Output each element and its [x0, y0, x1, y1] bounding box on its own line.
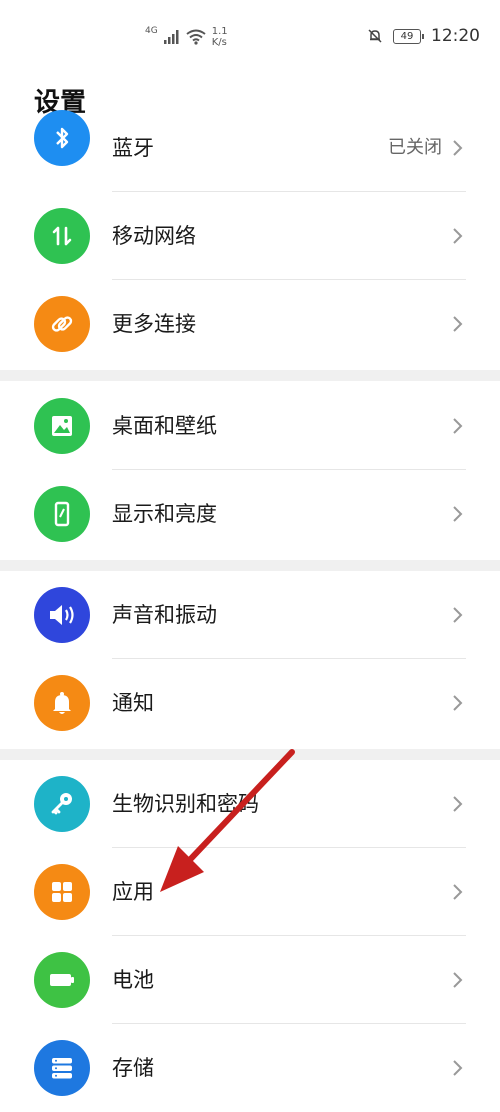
network-type: 4G [145, 25, 158, 36]
settings-item-apps[interactable]: 应用 [0, 848, 500, 936]
settings-item-notifications[interactable]: 通知 [0, 659, 500, 747]
mobile-network-icon [34, 208, 90, 264]
settings-item-label: 更多连接 [112, 312, 196, 336]
status-bar: 4G 1.1 K/s 49 12:20 [0, 0, 500, 72]
settings-item-wallpaper[interactable]: 桌面和壁纸 [0, 382, 500, 470]
settings-item-label: 存储 [112, 1056, 154, 1080]
bell-icon [34, 675, 90, 731]
chevron-right-icon [453, 228, 463, 244]
settings-item-label: 生物识别和密码 [112, 792, 259, 816]
chevron-right-icon [453, 884, 463, 900]
settings-item-bluetooth[interactable]: 蓝牙 已关闭 [0, 104, 500, 192]
speed-unit: K/s [211, 37, 227, 48]
clock: 12:20 [431, 26, 480, 46]
settings-item-label: 显示和亮度 [112, 502, 217, 526]
battery-icon [34, 952, 90, 1008]
settings-item-label: 电池 [112, 968, 154, 992]
sound-icon [34, 587, 90, 643]
chevron-right-icon [453, 796, 463, 812]
settings-item-battery[interactable]: 电池 [0, 936, 500, 1024]
battery-indicator: 49 [393, 28, 424, 44]
settings-item-label: 应用 [112, 880, 154, 904]
settings-item-label: 桌面和壁纸 [112, 414, 217, 438]
bluetooth-icon [34, 110, 90, 166]
chevron-right-icon [453, 695, 463, 711]
settings-item-sound[interactable]: 声音和振动 [0, 571, 500, 659]
bluetooth-status: 已关闭 [388, 137, 442, 158]
chevron-right-icon [453, 972, 463, 988]
settings-item-more-connections[interactable]: 更多连接 [0, 280, 500, 368]
key-icon [34, 776, 90, 832]
chevron-right-icon [453, 506, 463, 522]
status-signal-group: 4G 1.1 K/s [145, 22, 228, 52]
section-separator [0, 560, 500, 571]
chevron-right-icon [453, 418, 463, 434]
settings-item-display[interactable]: 显示和亮度 [0, 470, 500, 558]
chevron-right-icon [453, 316, 463, 332]
wifi-icon [186, 29, 206, 45]
settings-item-storage[interactable]: 存储 [0, 1024, 500, 1112]
settings-item-biometrics[interactable]: 生物识别和密码 [0, 760, 500, 848]
section-separator [0, 749, 500, 760]
mute-bell-icon [368, 29, 382, 43]
storage-icon [34, 1040, 90, 1096]
wallpaper-icon [34, 398, 90, 454]
settings-item-label: 蓝牙 [112, 136, 154, 160]
apps-icon [34, 864, 90, 920]
network-speed: 1.1 K/s [212, 26, 228, 48]
settings-item-mobile-network[interactable]: 移动网络 [0, 192, 500, 280]
signal-icon [163, 30, 179, 44]
settings-item-label: 通知 [112, 691, 154, 715]
chevron-right-icon [453, 607, 463, 623]
section-separator [0, 370, 500, 381]
speed-value: 1.1 [211, 26, 228, 37]
status-right-group: 49 12:20 [367, 26, 480, 46]
settings-item-label: 移动网络 [112, 224, 196, 248]
display-icon [34, 486, 90, 542]
chevron-right-icon [453, 1060, 463, 1076]
chevron-right-icon [453, 140, 463, 156]
link-icon [34, 296, 90, 352]
settings-item-label: 声音和振动 [112, 603, 217, 627]
